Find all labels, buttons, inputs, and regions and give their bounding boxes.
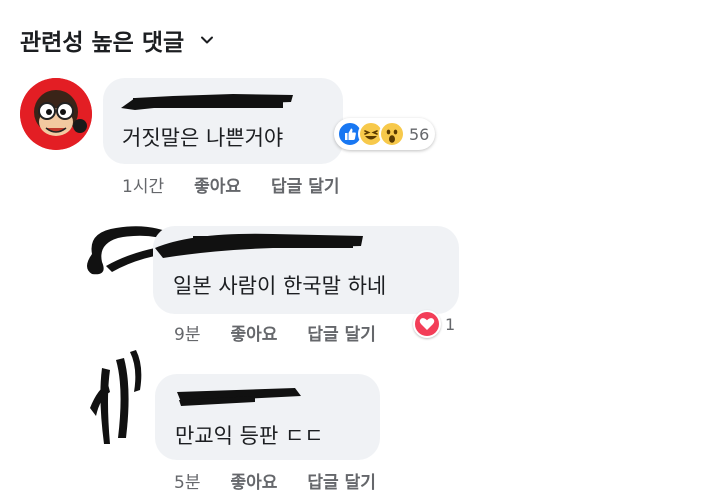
like-action[interactable]: 좋아요 xyxy=(230,320,277,345)
reaction-count: 56 xyxy=(409,124,430,144)
reply-action[interactable]: 답글 달기 xyxy=(307,320,375,345)
comment-bubble[interactable]: 만교익 등판 ㄷㄷ xyxy=(155,374,380,460)
comments-filter-title: 관련성 높은 댓글 xyxy=(20,30,185,56)
comment-text: 거짓말은 나쁜거야 xyxy=(122,126,284,150)
comments-filter-header[interactable]: 관련성 높은 댓글 xyxy=(20,22,214,58)
comment-bubble[interactable]: 일본 사람이 한국말 하네 xyxy=(153,226,459,314)
love-icon xyxy=(413,310,441,338)
comment-time[interactable]: 9분 xyxy=(174,320,200,345)
chevron-down-icon[interactable] xyxy=(200,33,214,47)
redacted-author-name xyxy=(121,94,293,110)
reaction-summary[interactable]: 1 xyxy=(413,310,455,338)
avatar[interactable] xyxy=(20,78,92,150)
comment-actions: 9분 좋아요 답글 달기 xyxy=(174,320,376,345)
redacted-author-name xyxy=(177,388,301,406)
comment-actions: 5분 좋아요 답글 달기 xyxy=(174,468,376,493)
like-action[interactable]: 좋아요 xyxy=(230,468,277,493)
comment-text: 일본 사람이 한국말 하네 xyxy=(173,274,387,298)
wow-icon xyxy=(379,121,405,147)
comment-time[interactable]: 5분 xyxy=(174,468,200,493)
reaction-summary[interactable]: 56 xyxy=(334,118,436,150)
comment-actions: 1시간 좋아요 답글 달기 xyxy=(122,172,340,197)
comment-text: 만교익 등판 ㄷㄷ xyxy=(175,424,324,448)
reply-action[interactable]: 답글 달기 xyxy=(271,172,339,197)
avatar[interactable] xyxy=(80,348,160,452)
comment-bubble[interactable]: 거짓말은 나쁜거야 xyxy=(103,78,343,164)
comment-time[interactable]: 1시간 xyxy=(122,172,164,197)
redacted-author-name xyxy=(155,233,363,258)
reaction-count: 1 xyxy=(445,314,456,334)
like-action[interactable]: 좋아요 xyxy=(194,172,241,197)
reply-action[interactable]: 답글 달기 xyxy=(307,468,375,493)
